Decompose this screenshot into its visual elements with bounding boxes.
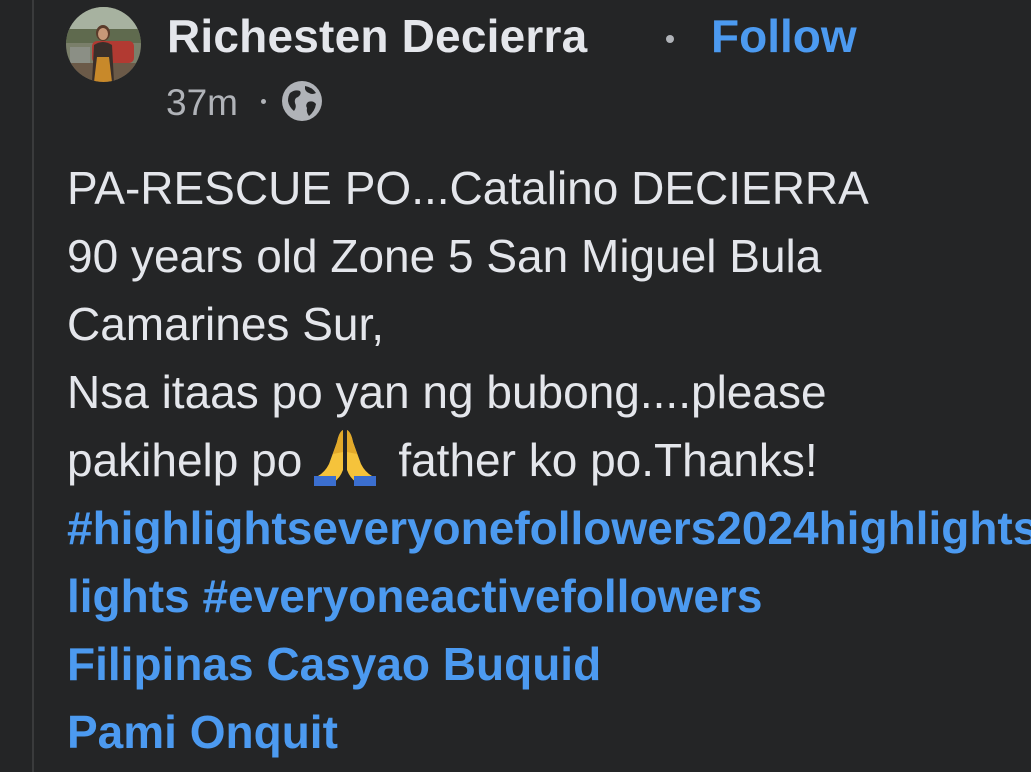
tagged-person-link[interactable]: Filipinas Casyao Buquid bbox=[67, 630, 1031, 698]
separator-dot bbox=[261, 99, 266, 104]
post-text-segment: pakihelp po bbox=[67, 434, 303, 486]
post-card: Richesten Decierra Follow 37m PA-RESCUE … bbox=[0, 0, 1031, 772]
author-name[interactable]: Richesten Decierra bbox=[167, 9, 587, 63]
post-text-line: lights #everyoneactivefollowers bbox=[67, 562, 1031, 630]
hashtag-link[interactable]: #highlightseveryonefollowers2024highligh… bbox=[67, 494, 1031, 562]
hashtag-link[interactable]: #everyoneactivefollowers bbox=[202, 570, 762, 622]
post-text-line: Camarines Sur, bbox=[67, 298, 385, 350]
follow-button[interactable]: Follow bbox=[711, 9, 857, 63]
tagged-person-link[interactable]: Pami Onquit bbox=[67, 698, 1031, 766]
globe-icon[interactable] bbox=[281, 80, 323, 122]
avatar-photo bbox=[66, 7, 141, 82]
post-text-line: pakihelp po father ko po.Thanks! bbox=[67, 426, 1031, 494]
separator-dot bbox=[666, 35, 674, 43]
post-text-segment: father ko po.Thanks! bbox=[398, 434, 818, 486]
folded-hands-icon bbox=[312, 426, 378, 486]
avatar[interactable] bbox=[66, 7, 141, 82]
post-timestamp[interactable]: 37m bbox=[166, 82, 238, 124]
hashtag-link[interactable]: lights bbox=[67, 570, 190, 622]
post-text-line: Nsa itaas po yan ng bubong....please bbox=[67, 366, 827, 418]
post-text-line: 90 years old Zone 5 San Miguel Bula bbox=[67, 230, 822, 282]
post-text-line: PA-RESCUE PO...Catalino DECIERRA bbox=[67, 162, 869, 214]
post-text: PA-RESCUE PO...Catalino DECIERRA 90 year… bbox=[67, 154, 1031, 766]
